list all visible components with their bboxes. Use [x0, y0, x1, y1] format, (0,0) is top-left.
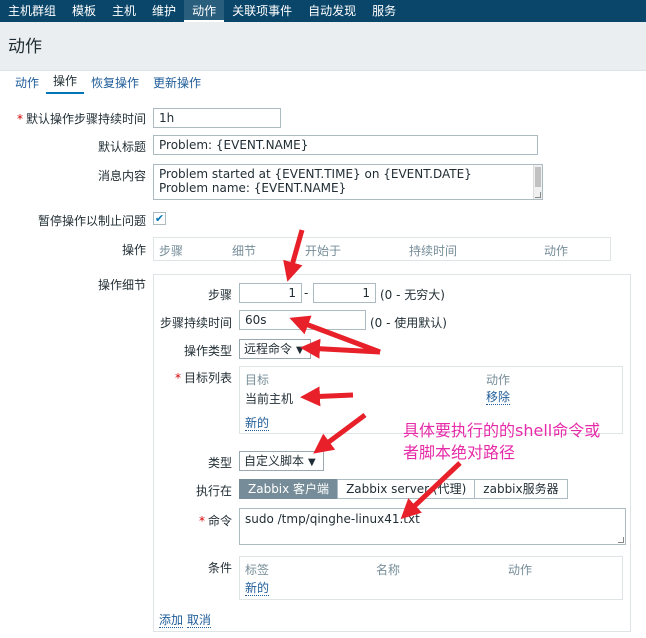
- arrow-to-target: [300, 386, 354, 407]
- annotation-arrows: [283, 229, 462, 520]
- arrow-to-command: [400, 461, 462, 520]
- annotation-text: 具体要执行的的shell命令或 者脚本绝对路径: [403, 420, 600, 464]
- annotation-line-2: 者脚本绝对路径: [403, 443, 516, 462]
- arrow-to-type: [313, 412, 367, 454]
- arrow-to-steps: [283, 229, 305, 282]
- annotation-line-1: 具体要执行的的shell命令或: [403, 421, 601, 440]
